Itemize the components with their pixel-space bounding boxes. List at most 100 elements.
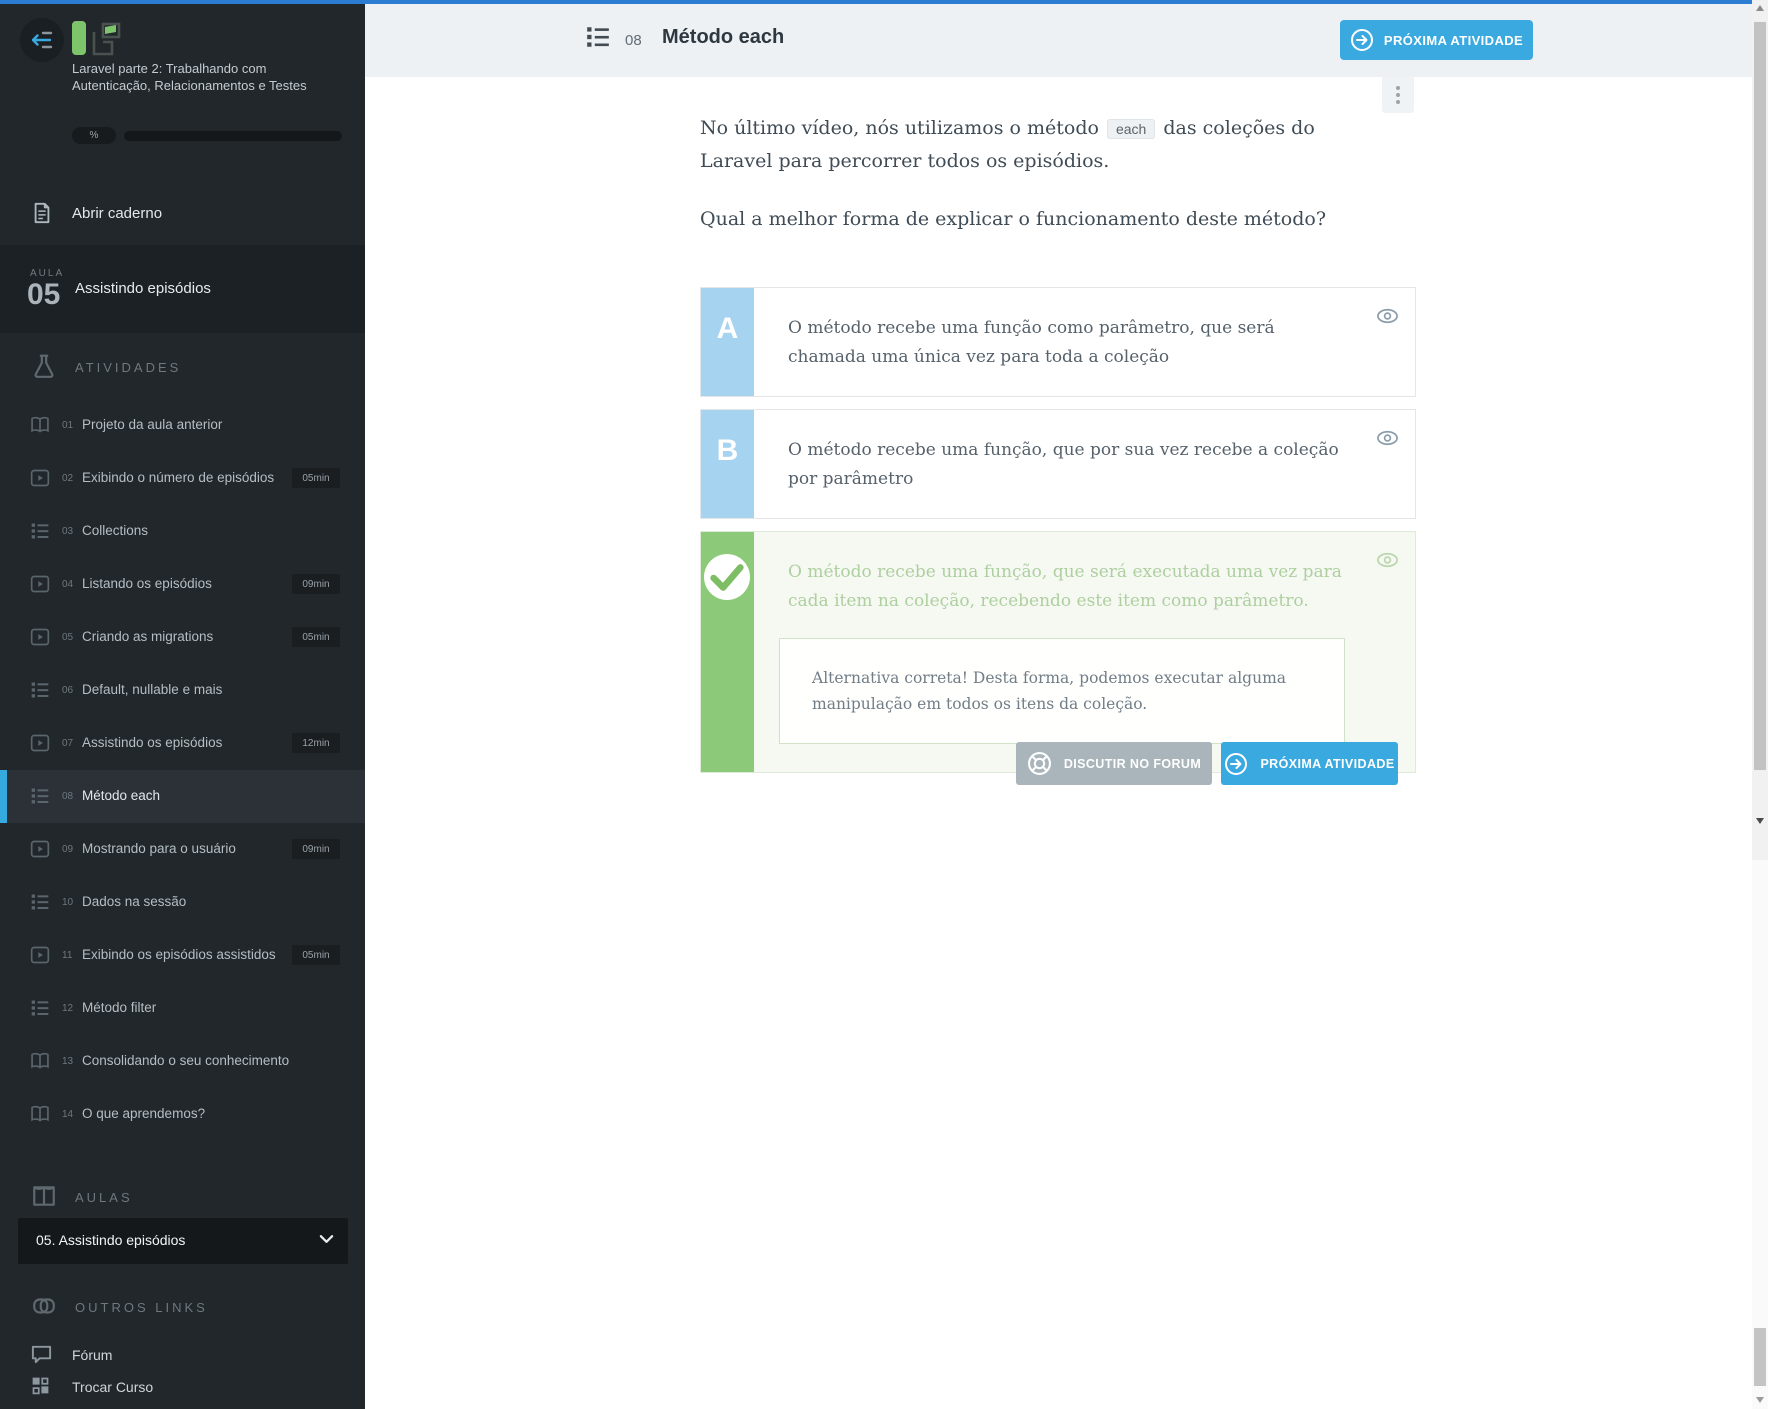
activity-item-label: Assistindo os episódios [82, 735, 222, 750]
video-icon [30, 574, 50, 594]
activity-item-label: Mostrando para o usuário [82, 841, 236, 856]
aulas-header-label: AULAS [75, 1190, 133, 1205]
sidebar-activity-item[interactable]: 06 Default, nullable e mais [0, 664, 365, 717]
sidebar-activity-item[interactable]: 04 Listando os episódios 09min [0, 558, 365, 611]
sidebar-activity-item[interactable]: 05 Criando as migrations 05min [0, 611, 365, 664]
activity-item-number: 05 [62, 632, 73, 643]
more-options-button[interactable] [1382, 77, 1414, 113]
kebab-dot [1396, 93, 1400, 97]
sidebar-activity-item[interactable]: 11 Exibindo os episódios assistidos 05mi… [0, 929, 365, 982]
video-icon [30, 945, 50, 965]
arrow-circle-icon [1224, 752, 1248, 776]
question-block: No último vídeo, nós utilizamos o método… [700, 112, 1340, 235]
sidebar-activity-item[interactable]: 10 Dados na sessão [0, 876, 365, 929]
aulas-section-header: AULAS [0, 1183, 365, 1213]
activity-item-label: Default, nullable e mais [82, 682, 222, 697]
sidebar-activity-item[interactable]: 03 Collections [0, 505, 365, 558]
sidebar-item-forum[interactable]: Fórum [0, 1339, 365, 1373]
sidebar-item-trocar-curso[interactable]: Trocar Curso [0, 1371, 365, 1405]
sidebar-activity-item[interactable]: 09 Mostrando para o usuário 09min [0, 823, 365, 876]
activity-item-label: Projeto da aula anterior [82, 417, 222, 432]
activity-duration-badge: 12min [292, 733, 340, 753]
collapse-sidebar-button[interactable] [20, 18, 64, 62]
collapse-sidebar-icon [30, 28, 54, 52]
activity-duration-badge: 09min [292, 839, 340, 859]
document-icon [31, 200, 53, 226]
current-lesson-banner: AULA 05 Assistindo episódios [0, 245, 365, 333]
discuss-forum-label: DISCUTIR NO FORUM [1064, 757, 1201, 771]
activity-item-number: 06 [62, 685, 73, 696]
option-body: O método recebe uma função, que será exe… [754, 532, 1415, 772]
activity-item-number: 08 [62, 791, 73, 802]
page-scrollbar[interactable] [1752, 860, 1768, 1409]
next-activity-button-bottom[interactable]: PRÓXIMA ATIVIDADE [1221, 742, 1398, 785]
activity-item-label: Criando as migrations [82, 629, 213, 644]
sidebar-activity-item[interactable]: 07 Assistindo os episódios 12min [0, 717, 365, 770]
option-feedback-text: Alternativa correta! Desta forma, podemo… [812, 665, 1312, 717]
activity-duration-badge: 09min [292, 574, 340, 594]
question-intro: No último vídeo, nós utilizamos o método… [700, 112, 1340, 177]
activity-item-label: O que aprendemos? [82, 1106, 205, 1121]
video-icon [30, 839, 50, 859]
sidebar-activity-item[interactable]: 13 Consolidando o seu conhecimento [0, 1035, 365, 1088]
list-icon [30, 786, 50, 806]
activities-header-label: ATIVIDADES [75, 360, 181, 375]
activity-item-number: 03 [62, 526, 73, 537]
option-letter-block [701, 532, 754, 772]
next-activity-button-top[interactable]: PRÓXIMA ATIVIDADE [1340, 20, 1533, 60]
lesson-title: Assistindo episódios [75, 280, 211, 297]
option-body: O método recebe uma função como parâmetr… [754, 288, 1415, 396]
sidebar-activity-item[interactable]: 14 O que aprendemos? [0, 1088, 365, 1141]
sidebar-activity-item[interactable]: 02 Exibindo o número de episódios 05min [0, 452, 365, 505]
activities-section-header: ATIVIDADES [0, 353, 365, 383]
eye-icon[interactable] [1376, 308, 1399, 324]
activity-item-label: Método each [82, 788, 160, 803]
lesson-select-dropdown[interactable]: 05. Assistindo episódios [18, 1218, 348, 1264]
activity-item-number: 09 [62, 844, 73, 855]
code-token: each [1107, 119, 1155, 139]
check-icon [704, 554, 750, 600]
course-logo-icon [70, 18, 126, 62]
app-window: Laravel parte 2: Trabalhando com Autenti… [0, 0, 1768, 1409]
question-prompt: Qual a melhor forma de explicar o funcio… [700, 203, 1340, 235]
book-icon [30, 1051, 50, 1071]
option-text: O método recebe uma função, que será exe… [788, 558, 1345, 616]
activity-item-number: 12 [62, 1003, 73, 1014]
activity-item-number: 02 [62, 473, 73, 484]
answer-option[interactable]: B O método recebe uma função, que por su… [700, 409, 1416, 519]
sidebar-activity-item[interactable]: 01 Projeto da aula anterior [0, 399, 365, 452]
activity-duration-badge: 05min [292, 945, 340, 965]
flask-icon [31, 353, 57, 379]
link-icon [31, 1293, 57, 1319]
answer-option[interactable]: O método recebe uma função, que será exe… [700, 531, 1416, 773]
open-notebook-button[interactable]: Abrir caderno [0, 192, 365, 236]
activity-item-number: 10 [62, 897, 73, 908]
scrollbar-thumb[interactable] [1754, 1328, 1766, 1386]
answer-option[interactable]: A O método recebe uma função como parâme… [700, 287, 1416, 397]
activity-item-number: 01 [62, 420, 73, 431]
lesson-number: 05 [27, 278, 60, 312]
scroll-down-arrow[interactable] [1756, 1397, 1764, 1403]
activity-item-label: Método filter [82, 1000, 156, 1015]
activity-number: 08 [625, 32, 642, 49]
eye-icon[interactable] [1376, 552, 1399, 568]
discuss-forum-button[interactable]: DISCUTIR NO FORUM [1016, 742, 1212, 785]
scrollbar-thumb[interactable] [1754, 22, 1766, 770]
option-letter: A [701, 312, 754, 346]
activity-item-number: 11 [62, 950, 72, 961]
scroll-down-arrow[interactable] [1756, 818, 1764, 824]
progress-percent-badge: % [72, 127, 116, 144]
list-icon [30, 892, 50, 912]
progress-bar [124, 131, 342, 141]
forum-label: Fórum [72, 1347, 112, 1363]
activity-item-label: Dados na sessão [82, 894, 186, 909]
sidebar-activity-item[interactable]: 08 Método each [0, 770, 365, 823]
eye-icon[interactable] [1376, 430, 1399, 446]
question-intro-prefix: No último vídeo, nós utilizamos o método [700, 117, 1099, 139]
activity-duration-badge: 05min [292, 468, 340, 488]
lesson-select-value: 05. Assistindo episódios [36, 1232, 185, 1248]
content-scrollbar[interactable] [1752, 0, 1768, 860]
scroll-up-arrow[interactable] [1756, 5, 1764, 11]
video-icon [30, 468, 50, 488]
sidebar-activity-item[interactable]: 12 Método filter [0, 982, 365, 1035]
